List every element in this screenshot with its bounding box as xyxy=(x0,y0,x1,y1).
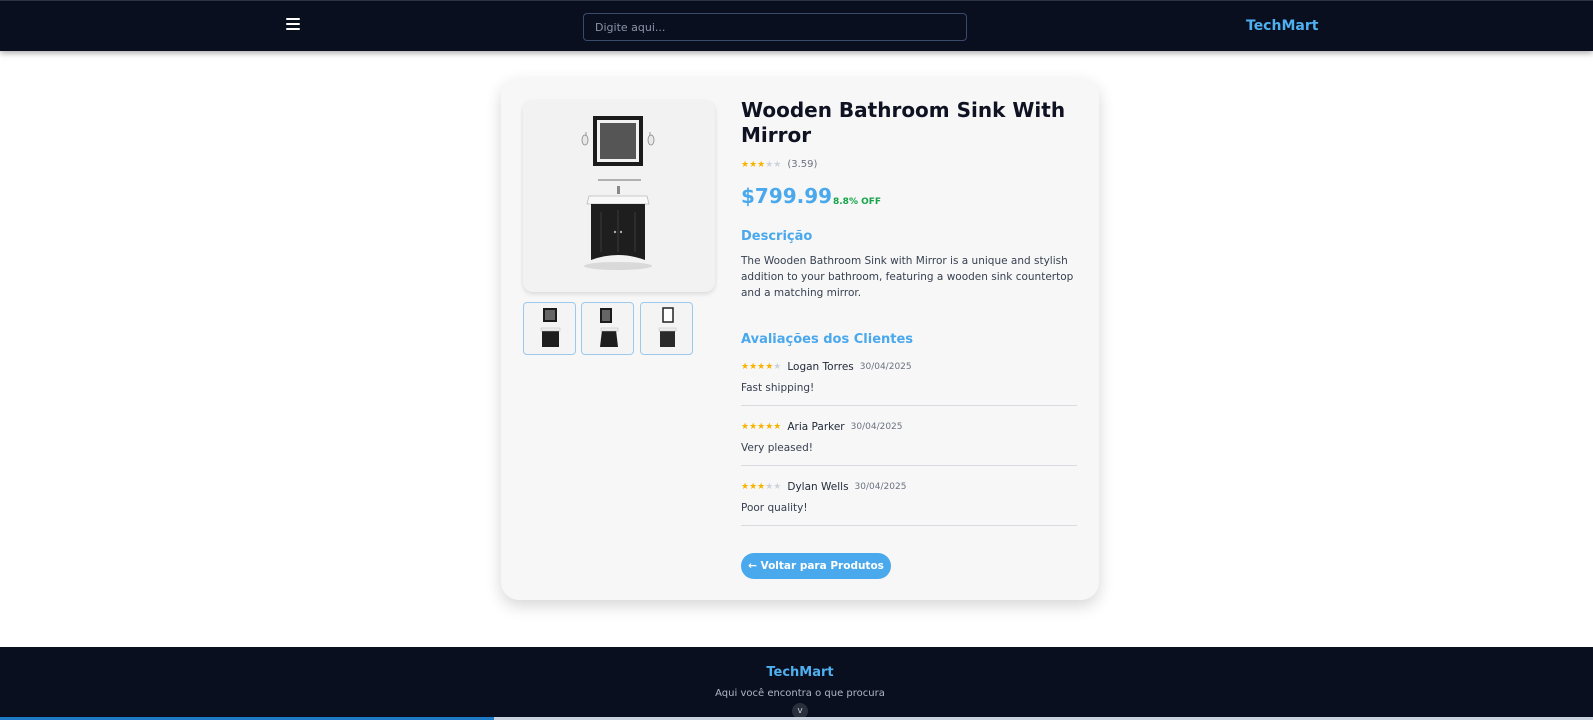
reviews-heading: Avaliações dos Clientes xyxy=(741,332,914,347)
rating-stars-icon: ★★★★★ xyxy=(741,159,782,170)
product-title: Wooden Bathroom Sink With Mirror xyxy=(741,98,1066,147)
review-text: Fast shipping! xyxy=(741,382,815,394)
review-stars-icon: ★★★★★ xyxy=(741,482,782,492)
brand-logo[interactable]: TechMart xyxy=(1246,18,1318,34)
product-rating: ★★★★★ (3.59) xyxy=(741,159,817,170)
footer-tagline: Aqui você encontra o que procura xyxy=(715,688,885,699)
back-to-products-button[interactable]: ← Voltar para Produtos xyxy=(741,553,891,579)
hamburger-menu-icon[interactable] xyxy=(286,18,300,32)
description-heading: Descrição xyxy=(741,229,813,244)
product-main-image xyxy=(523,100,715,292)
product-thumbnail-2[interactable] xyxy=(581,302,634,355)
product-card: Wooden Bathroom Sink With Mirror ★★★★★ (… xyxy=(501,78,1099,600)
review-date: 30/04/2025 xyxy=(854,482,907,492)
discount-badge: 8.8% OFF xyxy=(833,197,882,207)
footer-brand: TechMart xyxy=(766,665,834,680)
search-input[interactable] xyxy=(583,13,967,41)
reviewer-name: Dylan Wells xyxy=(787,481,849,493)
review-item: ★★★★★ Dylan Wells 30/04/2025 Poor qualit… xyxy=(741,481,1077,526)
footer: TechMart Aqui você encontra o que procur… xyxy=(0,647,1593,720)
product-thumbnail-1[interactable] xyxy=(523,302,576,355)
review-item: ★★★★★ Aria Parker 30/04/2025 Very please… xyxy=(741,421,1077,466)
review-date: 30/04/2025 xyxy=(850,422,903,432)
review-stars-icon: ★★★★★ xyxy=(741,422,782,432)
reviewer-name: Aria Parker xyxy=(787,421,845,433)
product-description: The Wooden Bathroom Sink with Mirror is … xyxy=(741,255,1074,299)
review-text: Very pleased! xyxy=(741,442,813,454)
product-price: $799.99 xyxy=(741,184,833,208)
top-navbar: TechMart xyxy=(0,0,1593,51)
review-item: ★★★★★ Logan Torres 30/04/2025 Fast shipp… xyxy=(741,361,1077,406)
product-thumbnail-3[interactable] xyxy=(640,302,693,355)
review-text: Poor quality! xyxy=(741,502,808,514)
reviewer-name: Logan Torres xyxy=(787,361,854,373)
rating-value: (3.59) xyxy=(787,159,818,170)
review-date: 30/04/2025 xyxy=(859,362,912,372)
review-stars-icon: ★★★★★ xyxy=(741,362,782,372)
